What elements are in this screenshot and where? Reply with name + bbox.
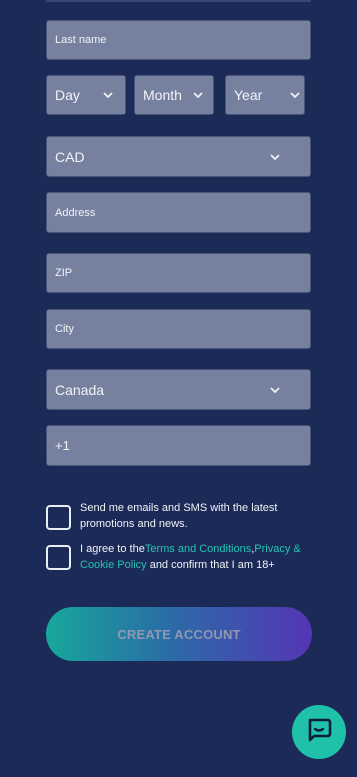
previous-field-edge: [46, 0, 311, 2]
terms-prefix: I agree to the: [80, 543, 145, 555]
city-input[interactable]: City: [46, 309, 311, 349]
chat-button[interactable]: [292, 705, 346, 759]
chevron-down-icon: [288, 88, 302, 102]
dob-day-label: Day: [55, 87, 80, 103]
phone-input[interactable]: +1: [46, 425, 311, 466]
zip-input[interactable]: ZIP: [46, 253, 311, 293]
city-placeholder: City: [55, 323, 74, 335]
address-input[interactable]: Address: [46, 192, 311, 233]
currency-value: CAD: [55, 148, 85, 165]
terms-consent-checkbox[interactable]: [46, 545, 71, 570]
phone-prefix: +1: [55, 438, 70, 453]
terms-suffix: and confirm that I am 18+: [146, 559, 275, 571]
last-name-input[interactable]: Last name: [46, 20, 311, 60]
create-account-button[interactable]: CREATE ACCOUNT: [46, 607, 312, 661]
chat-bubble-icon: [305, 716, 333, 749]
chevron-down-icon: [101, 88, 115, 102]
zip-placeholder: ZIP: [55, 267, 73, 279]
country-select[interactable]: Canada: [46, 369, 311, 410]
country-value: Canada: [55, 381, 105, 398]
terms-link[interactable]: Terms and Conditions: [145, 543, 251, 555]
dob-year-label: Year: [234, 87, 263, 103]
dob-day-select[interactable]: Day: [46, 75, 126, 115]
dob-year-select[interactable]: Year: [225, 75, 305, 115]
terms-consent-label: I agree to theTerms and Conditions,Priva…: [80, 541, 312, 573]
dob-month-label: Month: [143, 87, 182, 103]
dob-month-select[interactable]: Month: [134, 75, 214, 115]
marketing-consent-checkbox[interactable]: [46, 505, 71, 530]
chevron-down-icon: [191, 88, 205, 102]
chevron-down-icon: [268, 150, 282, 164]
marketing-consent-text: Send me emails and SMS with the latest p…: [80, 502, 278, 530]
chevron-down-icon: [268, 383, 282, 397]
address-placeholder: Address: [55, 206, 96, 219]
marketing-consent-label: Send me emails and SMS with the latest p…: [80, 500, 312, 532]
currency-select[interactable]: CAD: [46, 136, 311, 177]
last-name-placeholder: Last name: [55, 34, 107, 46]
